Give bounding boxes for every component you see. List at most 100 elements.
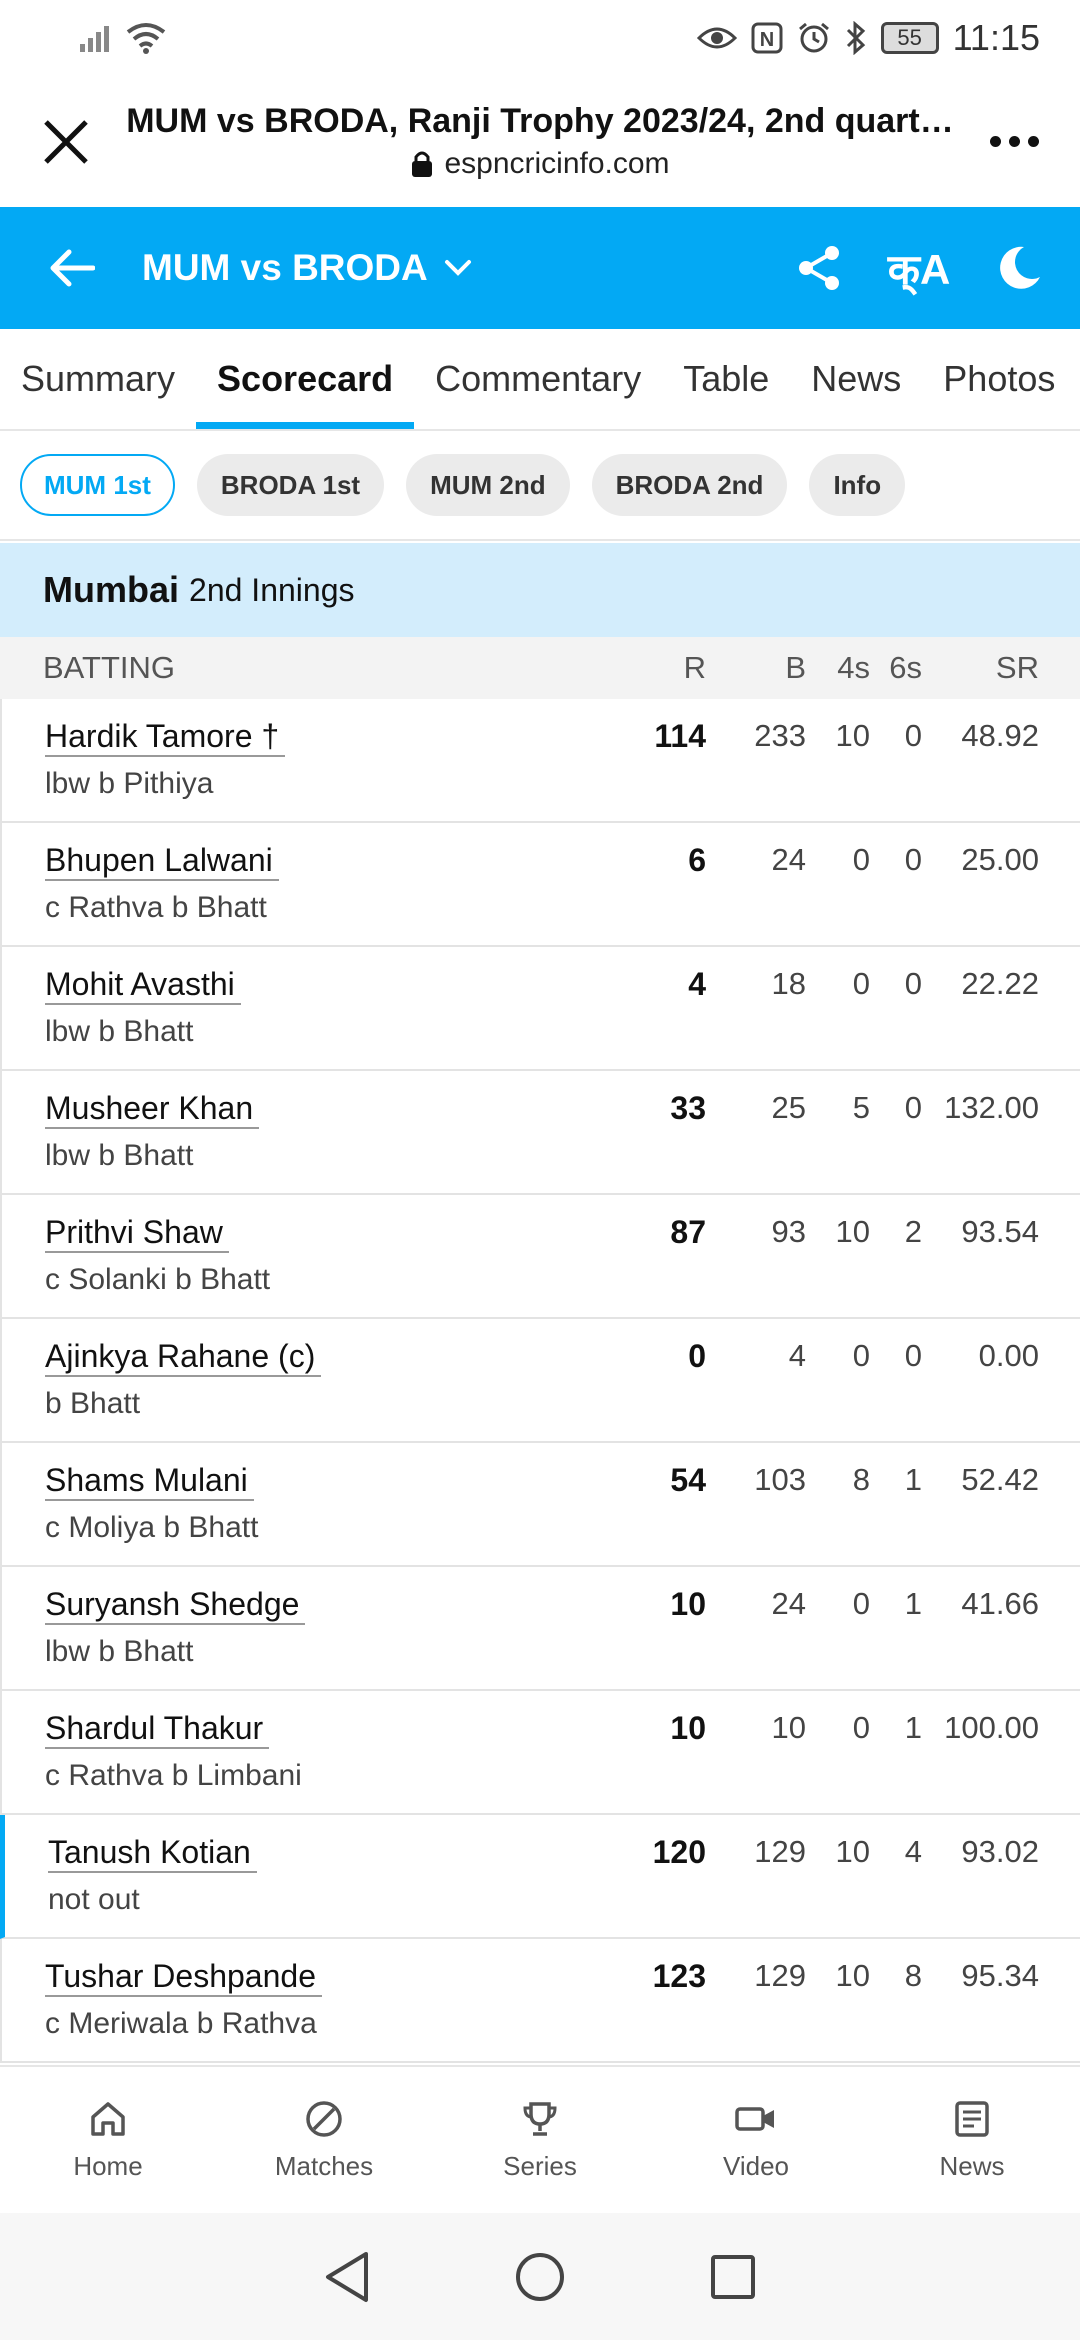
dismissal: lbw b Bhatt — [45, 1015, 194, 1048]
nav-news-label: News — [939, 2150, 1005, 2181]
cricket-ball-icon — [306, 2100, 342, 2137]
battery-icon: 55 — [880, 22, 939, 54]
share-button[interactable] — [784, 233, 854, 303]
system-back-button[interactable] — [307, 2237, 387, 2317]
innings-selector: MUM 1st BRODA 1st MUM 2nd BRODA 2nd Info — [0, 431, 1080, 541]
strike-rate: 95.34 — [961, 1958, 1039, 1993]
balls: 129 — [754, 1834, 806, 1869]
fours: 10 — [835, 1214, 870, 1249]
table-row: Tushar Deshpande c Meriwala b Rathva 123… — [0, 1939, 1080, 2063]
table-row: Bhupen Lalwani c Rathva b Bhatt 6 24 0 0… — [0, 823, 1080, 947]
balls: 103 — [754, 1462, 806, 1497]
moon-icon — [1000, 246, 1040, 289]
fours: 0 — [852, 1586, 870, 1621]
balls: 4 — [788, 1338, 806, 1373]
alarm-icon — [798, 22, 829, 53]
dismissal: lbw b Bhatt — [45, 1139, 194, 1172]
batter-name[interactable]: Hardik Tamore † — [45, 717, 286, 757]
nav-matches[interactable]: Matches — [216, 2067, 432, 2213]
batter-name[interactable]: Ajinkya Rahane (c) — [45, 1337, 322, 1377]
tab-table[interactable]: Table — [662, 329, 790, 429]
balls: 24 — [771, 1586, 806, 1621]
sixes: 4 — [904, 1834, 922, 1869]
tab-scorecard[interactable]: Scorecard — [196, 329, 415, 429]
tab-news[interactable]: News — [790, 329, 922, 429]
strike-rate: 93.02 — [961, 1834, 1039, 1869]
nav-video[interactable]: Video — [648, 2067, 864, 2213]
system-recents-button[interactable] — [693, 2237, 773, 2317]
sixes: 2 — [904, 1214, 922, 1249]
batter-name[interactable]: Shardul Thakur — [45, 1709, 270, 1749]
match-selector[interactable]: MUM vs BRODA — [142, 247, 472, 289]
sixes: 1 — [904, 1462, 922, 1497]
translate-icon: क्A — [887, 245, 951, 293]
batter-name[interactable]: Suryansh Shedge — [45, 1585, 306, 1625]
tab-summary[interactable]: Summary — [0, 329, 196, 429]
col-balls: B — [785, 650, 806, 685]
pill-broda-2nd[interactable]: BRODA 2nd — [591, 454, 788, 516]
runs: 10 — [670, 1586, 706, 1622]
system-home-button[interactable] — [500, 2237, 580, 2317]
pill-mum-1st[interactable]: MUM 1st — [20, 454, 175, 516]
lock-icon — [412, 151, 433, 177]
batter-name[interactable]: Tushar Deshpande — [45, 1957, 322, 1997]
table-row: Shams Mulani c Moliya b Bhatt 54 103 8 1… — [0, 1443, 1080, 1567]
circle-home-icon — [515, 2252, 564, 2301]
more-dot-icon — [1027, 136, 1039, 147]
tab-photos[interactable]: Photos — [922, 329, 1076, 429]
batter-name[interactable]: Bhupen Lalwani — [45, 841, 279, 881]
strike-rate: 25.00 — [961, 842, 1039, 877]
runs: 54 — [670, 1462, 706, 1498]
table-row: Musheer Khan lbw b Bhatt 33 25 5 0 132.0… — [0, 1071, 1080, 1195]
col-sixes: 6s — [889, 650, 922, 685]
system-nav-bar — [0, 2213, 1080, 2340]
dismissal: lbw b Bhatt — [45, 1635, 194, 1668]
batter-name[interactable]: Prithvi Shaw — [45, 1213, 229, 1253]
batting-header: BATTING R B 4s 6s SR — [0, 637, 1080, 699]
close-icon — [44, 119, 88, 164]
table-row: Prithvi Shaw c Solanki b Bhatt 87 93 10 … — [0, 1195, 1080, 1319]
fours: 10 — [835, 1958, 870, 1993]
pill-broda-1st[interactable]: BRODA 1st — [196, 454, 385, 516]
domain-text: espncricinfo.com — [444, 147, 670, 180]
batter-name[interactable]: Tanush Kotian — [48, 1833, 257, 1873]
news-icon — [955, 2100, 989, 2137]
pill-info[interactable]: Info — [809, 454, 906, 516]
more-options-button[interactable] — [964, 92, 1064, 192]
nav-series[interactable]: Series — [432, 2067, 648, 2213]
back-button[interactable] — [22, 218, 122, 318]
nav-news[interactable]: News — [864, 2067, 1080, 2213]
nav-series-label: Series — [503, 2150, 577, 2181]
runs: 114 — [654, 718, 706, 754]
fours: 5 — [852, 1090, 870, 1125]
bluetooth-icon — [846, 21, 865, 55]
team-name: Mumbai — [43, 569, 180, 610]
back-arrow-icon — [50, 249, 95, 287]
batter-name[interactable]: Mohit Avasthi — [45, 965, 241, 1005]
bottom-nav: Home Matches Series Video News — [0, 2065, 1080, 2213]
batting-table: Hardik Tamore † lbw b Pithiya 114 233 10… — [0, 699, 1080, 2063]
pill-mum-2nd[interactable]: MUM 2nd — [406, 454, 570, 516]
tab-commentary[interactable]: Commentary — [414, 329, 662, 429]
close-button[interactable] — [16, 92, 116, 192]
match-title: MUM vs BRODA — [142, 247, 428, 288]
table-row: Hardik Tamore † lbw b Pithiya 114 233 10… — [0, 699, 1080, 823]
runs: 87 — [670, 1214, 706, 1250]
table-row: Ajinkya Rahane (c) b Bhatt 0 4 0 0 0.00 — [0, 1319, 1080, 1443]
runs: 6 — [688, 842, 706, 878]
language-button[interactable]: क्A — [884, 233, 954, 303]
status-bar: N 55 11:15 — [0, 0, 1080, 76]
clock: 11:15 — [952, 17, 1040, 58]
batter-name[interactable]: Shams Mulani — [45, 1461, 254, 1501]
trophy-icon — [523, 2101, 557, 2136]
col-runs: R — [683, 650, 706, 685]
balls: 93 — [771, 1214, 806, 1249]
dismissal: c Meriwala b Rathva — [45, 2007, 317, 2040]
dismissal: c Solanki b Bhatt — [45, 1263, 271, 1296]
sixes: 1 — [904, 1586, 922, 1621]
dismissal: c Rathva b Limbani — [45, 1759, 302, 1792]
url-block[interactable]: MUM vs BRODA, Ranji Trophy 2023/24, 2nd … — [116, 102, 964, 181]
dark-mode-button[interactable] — [984, 233, 1054, 303]
batter-name[interactable]: Musheer Khan — [45, 1089, 260, 1129]
nav-home[interactable]: Home — [0, 2067, 216, 2213]
